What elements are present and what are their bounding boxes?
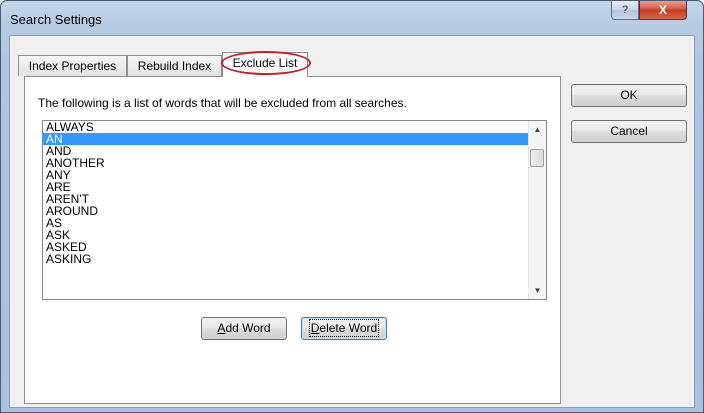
window-title: Search Settings bbox=[10, 12, 102, 27]
tab-rebuild-index[interactable]: Rebuild Index bbox=[127, 55, 222, 76]
list-item[interactable]: AROUND bbox=[43, 205, 528, 217]
list-item[interactable]: ANY bbox=[43, 169, 528, 181]
list-item[interactable]: AREN'T bbox=[43, 193, 528, 205]
tab-index-properties[interactable]: Index Properties bbox=[18, 55, 127, 76]
ok-button-label: OK bbox=[620, 88, 638, 102]
add-word-button[interactable]: Add Word bbox=[201, 317, 287, 340]
list-item[interactable]: ASK bbox=[43, 229, 528, 241]
help-button[interactable]: ? bbox=[611, 1, 639, 20]
list-item[interactable]: ASKING bbox=[43, 253, 528, 265]
word-list: ALWAYS AN AND ANOTHER ANY ARE AREN'T AROUND AS AS… bbox=[43, 121, 528, 265]
scroll-up-arrow-icon[interactable]: ▲ bbox=[529, 121, 546, 138]
list-item[interactable]: ALWAYS bbox=[43, 121, 528, 133]
scroll-down-arrow-icon[interactable]: ▼ bbox=[529, 282, 546, 299]
listbox-scrollbar[interactable]: ▲ ▼ bbox=[528, 121, 546, 299]
exclude-list-description: The following is a list of words that wi… bbox=[38, 96, 407, 110]
title-bar[interactable]: Search Settings ? X bbox=[1, 1, 703, 35]
list-item[interactable]: ANOTHER bbox=[43, 157, 528, 169]
close-button[interactable]: X bbox=[639, 1, 687, 20]
delete-word-label: elete Word bbox=[319, 321, 378, 335]
excluded-words-listbox[interactable]: ALWAYS AN AND ANOTHER ANY ARE AREN'T AROUND AS AS… bbox=[42, 120, 547, 300]
list-item[interactable]: AN bbox=[43, 133, 528, 145]
ok-button[interactable]: OK bbox=[571, 84, 687, 107]
cancel-button-label: Cancel bbox=[610, 124, 648, 138]
scrollbar-thumb[interactable] bbox=[530, 149, 544, 167]
list-item[interactable]: AND bbox=[43, 145, 528, 157]
list-item[interactable]: ASKED bbox=[43, 241, 528, 253]
list-item[interactable]: ARE bbox=[43, 181, 528, 193]
tab-exclude-list[interactable]: Exclude List bbox=[222, 52, 308, 77]
delete-word-button[interactable]: Delete Word bbox=[301, 317, 387, 340]
add-word-label: dd Word bbox=[225, 321, 271, 335]
cancel-button[interactable]: Cancel bbox=[571, 120, 687, 143]
list-item[interactable]: AS bbox=[43, 217, 528, 229]
